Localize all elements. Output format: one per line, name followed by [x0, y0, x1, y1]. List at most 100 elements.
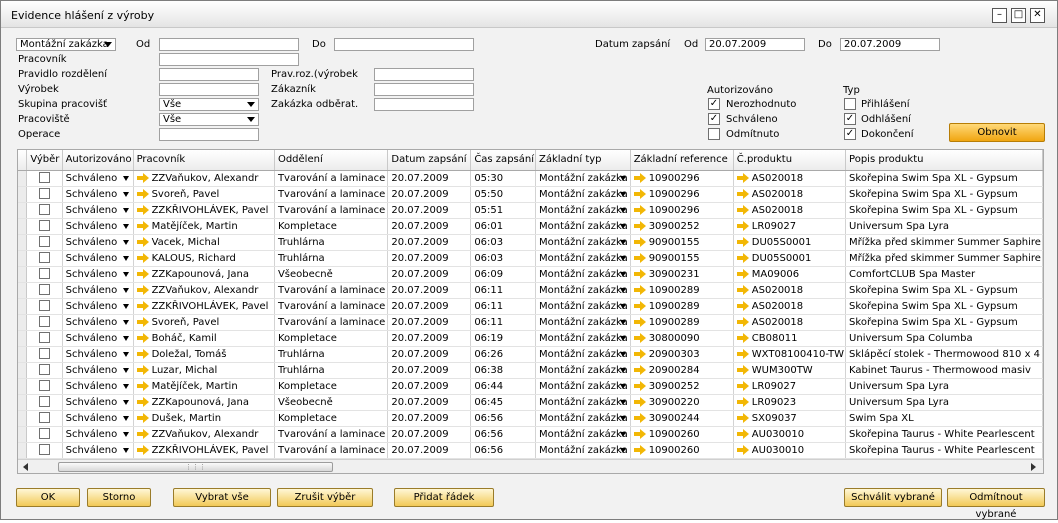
table-cell[interactable]: Schváleno — [62, 442, 134, 459]
table-cell[interactable]: Schváleno — [62, 266, 134, 283]
link-arrow-icon[interactable] — [736, 444, 749, 455]
pravidlo-input[interactable] — [159, 68, 259, 81]
table-row[interactable]: Schváleno Dušek, Martin Kompletace 20.07.20… — [18, 410, 1043, 427]
chevron-down-icon[interactable] — [619, 255, 626, 261]
chevron-down-icon[interactable] — [619, 303, 626, 309]
column-header[interactable]: Základní reference — [630, 150, 734, 171]
chevron-down-icon[interactable] — [122, 239, 129, 245]
table-cell[interactable]: Schváleno — [62, 250, 134, 267]
zakaznik-input[interactable] — [374, 83, 474, 96]
select-cell[interactable] — [26, 234, 63, 251]
storno-button[interactable]: Storno — [87, 488, 151, 507]
link-arrow-icon[interactable] — [136, 348, 149, 359]
link-arrow-icon[interactable] — [736, 316, 749, 327]
table-row[interactable]: Schváleno Luzar, Michal Truhlárna 20.07.200… — [18, 362, 1043, 379]
table-cell[interactable]: Montážní zakázka — [535, 346, 631, 363]
nerozhodnuto-checkbox[interactable]: ✓ — [708, 98, 720, 110]
column-header[interactable]: Autorizováno — [62, 150, 134, 171]
title-bar[interactable]: Evidence hlášení z výroby – □ ✕ — [1, 1, 1057, 28]
table-cell[interactable]: Montážní zakázka — [535, 410, 631, 427]
table-cell[interactable]: Montážní zakázka — [535, 362, 631, 379]
link-arrow-icon[interactable] — [736, 172, 749, 183]
chevron-down-icon[interactable] — [122, 207, 129, 213]
row-header[interactable] — [18, 298, 28, 315]
table-cell[interactable]: Montážní zakázka — [535, 202, 631, 219]
table-cell[interactable]: Schváleno — [62, 218, 134, 235]
select-cell[interactable] — [26, 362, 63, 379]
link-arrow-icon[interactable] — [633, 348, 646, 359]
row-select-checkbox[interactable] — [38, 364, 50, 376]
link-arrow-icon[interactable] — [136, 428, 149, 439]
horizontal-scrollbar[interactable]: ⋮⋮⋮ — [18, 459, 1043, 473]
link-arrow-icon[interactable] — [633, 236, 646, 247]
row-select-checkbox[interactable] — [38, 188, 50, 200]
od-input[interactable] — [159, 38, 299, 51]
row-select-checkbox[interactable] — [38, 380, 50, 392]
link-arrow-icon[interactable] — [736, 220, 749, 231]
row-select-checkbox[interactable] — [38, 444, 50, 456]
table-cell[interactable]: Schváleno — [62, 186, 134, 203]
close-icon[interactable]: ✕ — [1030, 8, 1045, 23]
link-arrow-icon[interactable] — [736, 204, 749, 215]
table-cell[interactable]: Montážní zakázka — [535, 426, 631, 443]
select-cell[interactable] — [26, 314, 63, 331]
link-arrow-icon[interactable] — [633, 188, 646, 199]
link-arrow-icon[interactable] — [136, 396, 149, 407]
table-cell[interactable]: Schváleno — [62, 170, 134, 187]
chevron-down-icon[interactable] — [619, 271, 626, 277]
link-arrow-icon[interactable] — [136, 364, 149, 375]
link-arrow-icon[interactable] — [633, 396, 646, 407]
select-cell[interactable] — [26, 170, 63, 187]
select-cell[interactable] — [26, 218, 63, 235]
select-cell[interactable] — [26, 298, 63, 315]
odhlaseni-checkbox[interactable]: ✓ — [844, 113, 856, 125]
odmitnout-vybrane-button[interactable]: Odmítnout vybrané — [947, 488, 1045, 520]
table-row[interactable]: Schváleno Matějíček, Martin Kompletace 20.0… — [18, 218, 1043, 235]
chevron-down-icon[interactable] — [619, 367, 626, 373]
table-cell[interactable]: Montážní zakázka — [535, 186, 631, 203]
datum-od-input[interactable]: 20.07.2009 — [705, 38, 805, 51]
row-header[interactable] — [18, 426, 28, 443]
skupina-select[interactable]: Vše — [159, 98, 259, 111]
scroll-thumb[interactable]: ⋮⋮⋮ — [58, 462, 333, 472]
row-select-checkbox[interactable] — [38, 396, 50, 408]
chevron-down-icon[interactable] — [122, 367, 129, 373]
select-cell[interactable] — [26, 202, 63, 219]
table-cell[interactable]: Schváleno — [62, 314, 134, 331]
chevron-down-icon[interactable] — [122, 415, 129, 421]
chevron-down-icon[interactable] — [122, 319, 129, 325]
chevron-down-icon[interactable] — [122, 223, 129, 229]
link-arrow-icon[interactable] — [736, 428, 749, 439]
table-row[interactable]: Schváleno ZZKapounová, Jana Všeobecně 20.07… — [18, 266, 1043, 283]
select-cell[interactable] — [26, 442, 63, 459]
minimize-icon[interactable]: – — [992, 8, 1007, 23]
chevron-down-icon[interactable] — [122, 335, 129, 341]
row-select-checkbox[interactable] — [38, 332, 50, 344]
row-select-checkbox[interactable] — [38, 316, 50, 328]
link-arrow-icon[interactable] — [136, 204, 149, 215]
table-row[interactable]: Schváleno ZZKapounová, Jana Všeobecně 20.07… — [18, 394, 1043, 411]
zakazka-input[interactable] — [374, 98, 474, 111]
maximize-icon[interactable]: □ — [1011, 8, 1026, 23]
scroll-left-icon[interactable] — [23, 463, 28, 471]
column-header[interactable]: Pracovník — [133, 150, 275, 171]
table-cell[interactable]: Montážní zakázka — [535, 250, 631, 267]
select-cell[interactable] — [26, 346, 63, 363]
link-arrow-icon[interactable] — [136, 252, 149, 263]
table-row[interactable]: Schváleno ZZKŘIVOHLÁVEK, Pavel Tvarování a… — [18, 442, 1043, 459]
table-row[interactable]: Schváleno ZZVaňukov, Alexandr Tvarování a … — [18, 282, 1043, 299]
table-row[interactable]: Schváleno Matějíček, Martin Kompletace 20.0… — [18, 378, 1043, 395]
link-arrow-icon[interactable] — [633, 252, 646, 263]
chevron-down-icon[interactable] — [619, 447, 626, 453]
table-cell[interactable]: Montážní zakázka — [535, 394, 631, 411]
table-cell[interactable]: Schváleno — [62, 298, 134, 315]
document-type-select[interactable]: Montážní zakázka — [16, 38, 116, 51]
table-cell[interactable]: Montážní zakázka — [535, 170, 631, 187]
link-arrow-icon[interactable] — [633, 204, 646, 215]
link-arrow-icon[interactable] — [736, 236, 749, 247]
scroll-right-icon[interactable] — [1031, 463, 1036, 471]
row-select-checkbox[interactable] — [38, 284, 50, 296]
chevron-down-icon[interactable] — [619, 399, 626, 405]
vyrobek-input[interactable] — [159, 83, 259, 96]
table-cell[interactable]: Schváleno — [62, 346, 134, 363]
